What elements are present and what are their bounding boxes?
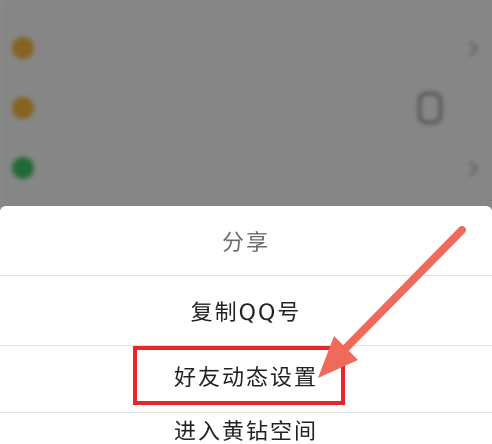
highlight-box — [133, 346, 345, 405]
dim-overlay[interactable] — [0, 0, 492, 210]
copy-qq-number-option[interactable]: 复制QQ号 — [0, 276, 492, 345]
divider — [0, 412, 492, 413]
share-option[interactable]: 分享 — [0, 206, 492, 275]
screen: 分享 复制QQ号 好友动态设置 进入黄钻空间 — [0, 0, 492, 444]
enter-yellow-diamond-space-option[interactable]: 进入黄钻空间 — [0, 414, 492, 444]
